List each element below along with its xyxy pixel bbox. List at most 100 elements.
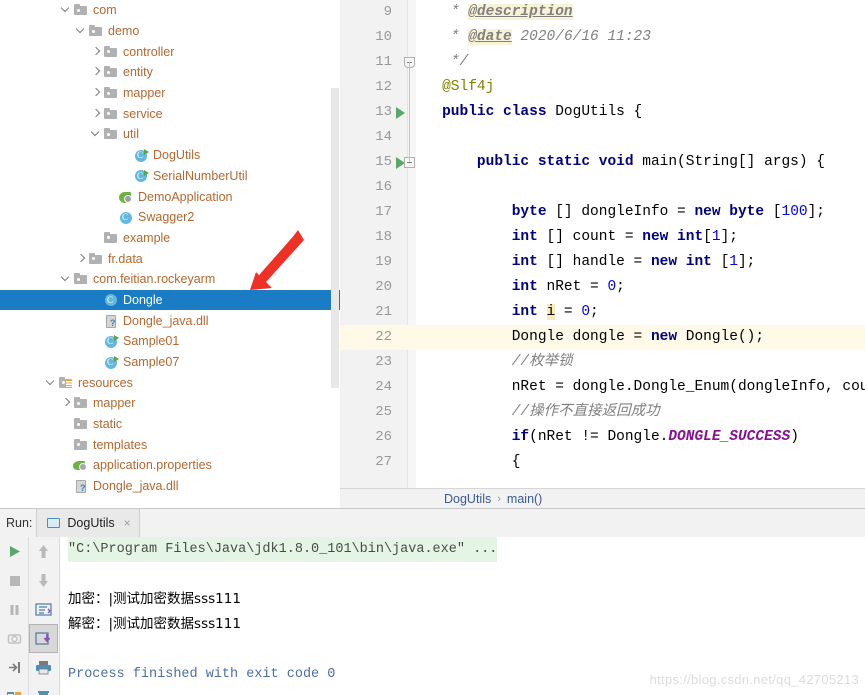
run-toolbar-primary[interactable] bbox=[0, 537, 29, 695]
run-tab-dogutils[interactable]: DogUtils × bbox=[36, 509, 140, 537]
code-line-13[interactable]: 13 public class DogUtils { bbox=[340, 100, 865, 125]
tree-item-sample01[interactable]: C Sample01 bbox=[0, 331, 340, 352]
code-line-27[interactable]: 27 { bbox=[340, 450, 865, 475]
properties-file-icon bbox=[73, 457, 90, 473]
stop-icon[interactable] bbox=[0, 566, 29, 595]
tree-item-label: mapper bbox=[123, 86, 166, 101]
scroll-to-end-icon[interactable] bbox=[29, 624, 58, 653]
run-gutter-icon[interactable] bbox=[396, 107, 405, 119]
chevron-down-icon[interactable] bbox=[60, 269, 73, 289]
tree-item-label: Dongle_java.dll bbox=[123, 313, 209, 328]
tree-item-serialnumberutil[interactable]: C SerialNumberUtil bbox=[0, 166, 340, 187]
code-line-18[interactable]: 18 int [] count = new int[1]; bbox=[340, 225, 865, 250]
breadcrumb-separator: › bbox=[497, 492, 501, 505]
tree-item-demoapplication[interactable]: DemoApplication bbox=[0, 186, 340, 207]
breadcrumb-method[interactable]: main() bbox=[507, 492, 542, 506]
code-line-25[interactable]: 25 //操作不直接返回成功 bbox=[340, 400, 865, 425]
code-line-12[interactable]: 12 @Slf4j bbox=[340, 75, 865, 100]
tree-item-com[interactable]: com bbox=[0, 0, 340, 21]
tree-item-dongle[interactable]: C Dongle bbox=[0, 289, 340, 311]
pause-icon[interactable] bbox=[0, 595, 29, 624]
code-line-11[interactable]: 11 */ bbox=[340, 50, 865, 75]
tree-item-controller[interactable]: controller bbox=[0, 41, 340, 62]
tree-item-mapper[interactable]: mapper bbox=[0, 393, 340, 414]
tree-item-label: DemoApplication bbox=[138, 189, 233, 204]
tree-item-templates[interactable]: templates bbox=[0, 434, 340, 455]
code-text: int [] count = new int[1]; bbox=[511, 229, 738, 245]
line-number: 25 bbox=[375, 404, 392, 420]
tree-item-label: resources bbox=[78, 375, 133, 390]
code-line-23[interactable]: 23 //枚举锁 bbox=[340, 350, 865, 375]
chevron-right-icon[interactable] bbox=[90, 104, 103, 124]
chevron-right-icon[interactable] bbox=[90, 42, 103, 62]
project-tree-panel[interactable]: com demo controller entity mapper service util… bbox=[0, 0, 340, 508]
code-lines[interactable]: 9 * @description 10 * @date 2020/6/16 11:… bbox=[340, 0, 865, 488]
tree-item-label: util bbox=[123, 127, 139, 142]
code-line-9[interactable]: 9 * @description bbox=[340, 0, 865, 25]
tree-item-dongle-java-dll[interactable]: Dongle_java.dll bbox=[0, 476, 340, 497]
camera-icon[interactable] bbox=[0, 624, 29, 653]
tree-item-entity[interactable]: entity bbox=[0, 62, 340, 83]
chevron-right-icon[interactable] bbox=[90, 83, 103, 103]
rerun-icon[interactable] bbox=[0, 653, 29, 682]
code-line-24[interactable]: 24 nRet = dongle.Dongle_Enum(dongleInfo,… bbox=[340, 375, 865, 400]
run-tool-window: Run: DogUtils × "C:\Program Files\Java\j… bbox=[0, 508, 865, 695]
tree-item-fr-data[interactable]: fr.data bbox=[0, 248, 340, 269]
code-line-15[interactable]: 15 public static void main(String[] args… bbox=[340, 150, 865, 175]
down-arrow-icon[interactable] bbox=[29, 566, 58, 595]
soft-wrap-icon[interactable] bbox=[29, 595, 58, 624]
chevron-down-icon[interactable] bbox=[60, 0, 73, 20]
chevron-right-icon[interactable] bbox=[60, 393, 73, 413]
tree-item-util[interactable]: util bbox=[0, 124, 340, 145]
tree-item-static[interactable]: static bbox=[0, 414, 340, 435]
project-tree-scrollbar[interactable] bbox=[331, 88, 339, 388]
trash-icon[interactable] bbox=[29, 682, 58, 695]
chevron-down-icon[interactable] bbox=[75, 21, 88, 41]
run-label: Run: bbox=[6, 516, 33, 530]
tree-item-demo[interactable]: demo bbox=[0, 21, 340, 42]
line-number: 16 bbox=[375, 179, 392, 195]
tree-item-mapper[interactable]: mapper bbox=[0, 83, 340, 104]
line-number: 17 bbox=[375, 204, 392, 220]
resources-folder-icon bbox=[58, 375, 75, 391]
chevron-right-icon[interactable] bbox=[75, 249, 88, 269]
breadcrumb[interactable]: DogUtils › main() bbox=[340, 488, 865, 508]
up-arrow-icon[interactable] bbox=[29, 537, 58, 566]
folder-icon bbox=[103, 44, 120, 60]
layout-icon[interactable] bbox=[0, 682, 29, 695]
tree-item-com-feitian-rockeyarm[interactable]: com.feitian.rockeyarm bbox=[0, 269, 340, 290]
run-toolbar-secondary[interactable] bbox=[29, 537, 60, 695]
code-line-19[interactable]: 19 int [] handle = new int [1]; bbox=[340, 250, 865, 275]
tree-item-resources[interactable]: resources bbox=[0, 372, 340, 393]
code-line-22[interactable]: 22 Dongle dongle = new Dongle(); bbox=[340, 325, 865, 350]
breadcrumb-class[interactable]: DogUtils bbox=[444, 492, 491, 506]
code-line-10[interactable]: 10 * @date 2020/6/16 11:23 bbox=[340, 25, 865, 50]
tree-item-example[interactable]: example bbox=[0, 228, 340, 249]
code-line-26[interactable]: 26 if(nRet != Dongle.DONGLE_SUCCESS) bbox=[340, 425, 865, 450]
code-line-14[interactable]: 14 bbox=[340, 125, 865, 150]
code-line-21[interactable]: 21 int i = 0; bbox=[340, 300, 865, 325]
tree-item-application-properties[interactable]: application.properties bbox=[0, 455, 340, 476]
code-line-17[interactable]: 17 byte [] dongleInfo = new byte [100]; bbox=[340, 200, 865, 225]
run-icon[interactable] bbox=[0, 537, 29, 566]
tree-item-service[interactable]: service bbox=[0, 103, 340, 124]
tree-item-label: Swagger2 bbox=[138, 210, 195, 225]
tree-item-dongle-java-dll[interactable]: Dongle_java.dll bbox=[0, 310, 340, 331]
chevron-down-icon[interactable] bbox=[90, 124, 103, 144]
tree-item-swagger2[interactable]: C Swagger2 bbox=[0, 207, 340, 228]
code-editor[interactable]: 9 * @description 10 * @date 2020/6/16 11:… bbox=[340, 0, 865, 508]
fold-connector-line bbox=[409, 62, 410, 162]
chevron-down-icon[interactable] bbox=[45, 373, 58, 393]
code-line-16[interactable]: 16 bbox=[340, 175, 865, 200]
java-class-icon: C bbox=[118, 209, 135, 225]
close-icon[interactable]: × bbox=[124, 517, 131, 529]
code-line-20[interactable]: 20 int nRet = 0; bbox=[340, 275, 865, 300]
print-icon[interactable] bbox=[29, 653, 58, 682]
tree-item-dogutils[interactable]: C DogUtils bbox=[0, 145, 340, 166]
tree-item-sample07[interactable]: C Sample07 bbox=[0, 352, 340, 373]
chevron-right-icon[interactable] bbox=[90, 62, 103, 82]
